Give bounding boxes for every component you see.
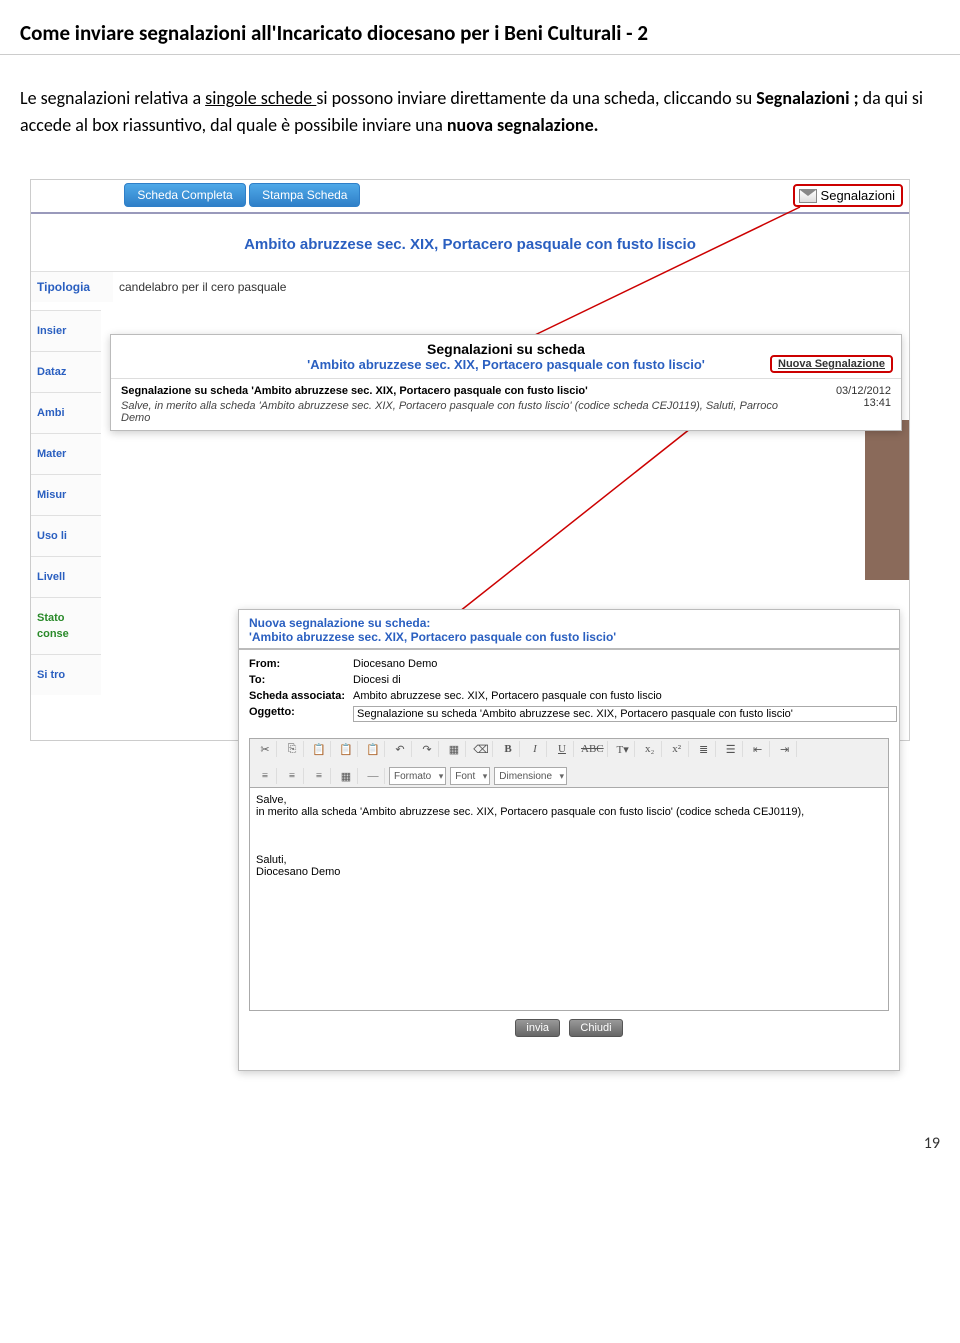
screenshot-composite: Scheda Completa Stampa Scheda Segnalazio… — [30, 179, 910, 1079]
ordered-list-icon[interactable]: ≣ — [693, 741, 716, 757]
side-label: conse — [31, 628, 101, 654]
subscript-icon[interactable]: x₂ — [639, 741, 662, 757]
segnalazioni-label: Segnalazioni — [821, 188, 895, 203]
undo-icon[interactable]: ↶ — [389, 741, 412, 757]
field-label: Tipologia — [31, 272, 113, 302]
segnalazioni-popup: Segnalazioni su scheda 'Ambito abruzzese… — [110, 334, 902, 431]
rte-toolbar: ✂ ⎘ 📋 📋 📋 ↶ ↷ ▦ ⌫ B I U ABC T▾ x₂ x² ≣ ☰… — [249, 738, 889, 788]
popup2-footer: invia Chiudi — [239, 1011, 899, 1045]
side-label: Dataz — [31, 351, 101, 392]
from-label: From: — [249, 658, 353, 670]
time: 13:41 — [811, 397, 891, 409]
superscript-icon[interactable]: x² — [666, 741, 689, 757]
scheda-title: Ambito abruzzese sec. XIX, Portacero pas… — [31, 214, 909, 271]
side-label: Ambi — [31, 392, 101, 433]
popup2-header: Nuova segnalazione su scheda: 'Ambito ab… — [239, 610, 899, 650]
popup2-header-line2: 'Ambito abruzzese sec. XIX, Portacero pa… — [249, 630, 889, 644]
cut-icon[interactable]: ✂ — [254, 741, 277, 757]
segnalazione-subject: Segnalazione su scheda 'Ambito abruzzese… — [121, 385, 799, 424]
format-select[interactable]: Formato — [389, 767, 446, 785]
italic-icon[interactable]: I — [524, 741, 547, 757]
oggetto-input[interactable] — [353, 706, 897, 722]
underline-icon[interactable]: U — [551, 741, 574, 757]
chiudi-button[interactable]: Chiudi — [569, 1019, 622, 1037]
nuova-segnalazione-popup: Nuova segnalazione su scheda: 'Ambito ab… — [238, 609, 900, 1071]
popup2-fields: From:Diocesano Demo To:Diocesi di Scheda… — [239, 650, 899, 734]
align-justify-icon[interactable]: ▦ — [335, 768, 358, 784]
from-value: Diocesano Demo — [353, 658, 889, 670]
date: 03/12/2012 — [811, 385, 891, 397]
side-label: Insier — [31, 310, 101, 351]
oggetto-label: Oggetto: — [249, 706, 353, 722]
popup-title: Segnalazioni su scheda — [111, 335, 901, 357]
eraser-icon[interactable]: ⌫ — [470, 741, 493, 757]
body-paragraph: Le segnalazioni relativa a singole sched… — [0, 85, 960, 179]
to-label: To: — [249, 674, 353, 686]
page-number: 19 — [924, 1134, 940, 1153]
align-left-icon[interactable]: ≡ — [254, 768, 277, 784]
page-title: Come inviare segnalazioni all'Incaricato… — [0, 0, 960, 55]
textcolor-icon[interactable]: T▾ — [612, 741, 635, 757]
bold-icon[interactable]: B — [497, 741, 520, 757]
side-labels: Insier Dataz Ambi Mater Misur Uso li Liv… — [31, 310, 101, 695]
dimensione-select[interactable]: Dimensione — [494, 767, 567, 785]
scheda-associata-label: Scheda associata: — [249, 690, 353, 702]
segnalazioni-button[interactable]: Segnalazioni — [793, 184, 903, 207]
mail-icon — [799, 189, 817, 203]
text-bold: nuova segnalazione. — [447, 114, 599, 136]
scheda-associata-value: Ambito abruzzese sec. XIX, Portacero pas… — [353, 690, 889, 702]
stampa-scheda-button[interactable]: Stampa Scheda — [249, 183, 360, 207]
outdent-icon[interactable]: ⇤ — [747, 741, 770, 757]
popup-subtitle-text: 'Ambito abruzzese sec. XIX, Portacero pa… — [307, 357, 705, 372]
text-underline: singole schede — [205, 87, 316, 109]
unordered-list-icon[interactable]: ☰ — [720, 741, 743, 757]
text: si possono inviare direttamente da una s… — [316, 87, 756, 109]
align-right-icon[interactable]: ≡ — [308, 768, 331, 784]
nuova-segnalazione-button[interactable]: Nuova Segnalazione — [770, 355, 893, 373]
text-bold: Segnalazioni ; — [756, 87, 862, 109]
field-value: candelabro per il cero pasquale — [113, 272, 909, 302]
side-label: Misur — [31, 474, 101, 515]
strike-icon[interactable]: ABC — [578, 741, 608, 757]
table-icon[interactable]: ▦ — [443, 741, 466, 757]
text: Le segnalazioni relativa a — [20, 87, 205, 109]
copy-icon[interactable]: ⎘ — [281, 741, 304, 757]
segnalazione-datetime: 03/12/2012 13:41 — [811, 385, 891, 409]
hr-icon[interactable]: — — [362, 768, 385, 784]
subject-bold: Segnalazione su scheda 'Ambito abruzzese… — [121, 385, 799, 397]
popup2-header-line1: Nuova segnalazione su scheda: — [249, 616, 889, 630]
message-body-input[interactable]: Salve, in merito alla scheda 'Ambito abr… — [249, 788, 889, 1011]
popup-subtitle: 'Ambito abruzzese sec. XIX, Portacero pa… — [111, 357, 901, 378]
to-value: Diocesi di — [353, 674, 889, 686]
side-label: Si tro — [31, 654, 101, 695]
indent-icon[interactable]: ⇥ — [774, 741, 797, 757]
invia-button[interactable]: invia — [515, 1019, 560, 1037]
align-center-icon[interactable]: ≡ — [281, 768, 304, 784]
thumbnail-image — [865, 420, 909, 580]
paste-icon[interactable]: 📋 — [308, 741, 331, 757]
segnalazione-row[interactable]: Segnalazione su scheda 'Ambito abruzzese… — [111, 378, 901, 430]
side-label: Mater — [31, 433, 101, 474]
side-label: Uso li — [31, 515, 101, 556]
redo-icon[interactable]: ↷ — [416, 741, 439, 757]
field-tipologia: Tipologia candelabro per il cero pasqual… — [31, 271, 909, 302]
scheda-completa-button[interactable]: Scheda Completa — [124, 183, 245, 207]
scheda-toolbar: Scheda Completa Stampa Scheda Segnalazio… — [31, 180, 909, 214]
subject-preview: Salve, in merito alla scheda 'Ambito abr… — [121, 400, 778, 424]
font-select[interactable]: Font — [450, 767, 490, 785]
side-label: Livell — [31, 556, 101, 597]
paste-word-icon[interactable]: 📋 — [362, 741, 385, 757]
paste-text-icon[interactable]: 📋 — [335, 741, 358, 757]
